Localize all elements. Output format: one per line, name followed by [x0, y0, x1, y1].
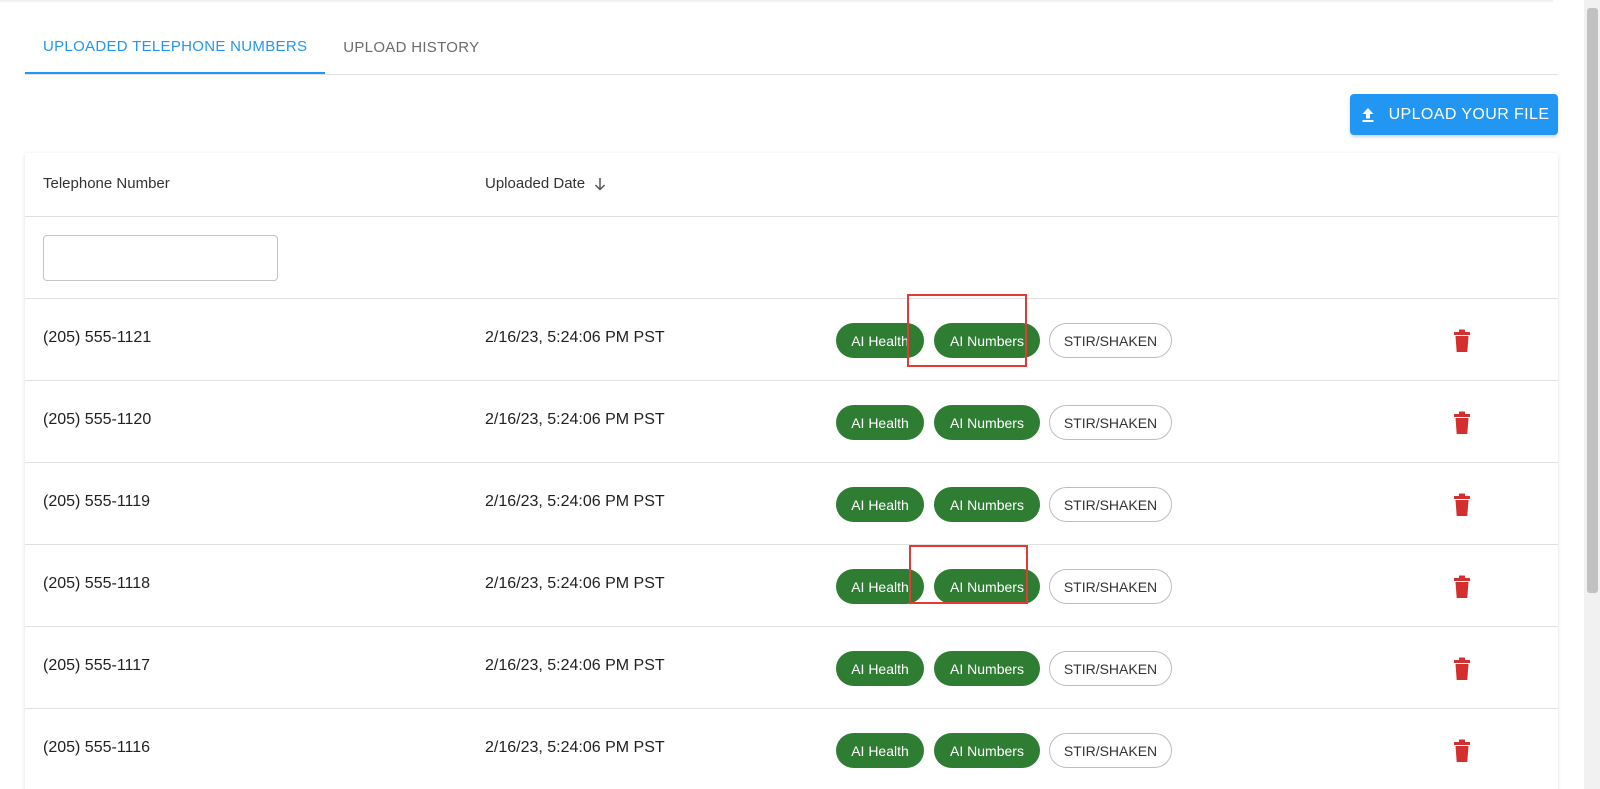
- column-header-uploaded-date-label: Uploaded Date: [485, 175, 586, 192]
- column-header-uploaded-date[interactable]: Uploaded Date: [485, 175, 607, 192]
- upload-button-label: UPLOAD YOUR FILE: [1388, 105, 1550, 123]
- ai-health-chip[interactable]: AI Health: [836, 651, 924, 686]
- table-body: (205) 555-1121 2/16/23, 5:24:06 PM PST AI …: [25, 299, 1558, 789]
- stir-shaken-chip[interactable]: STIR/SHAKEN: [1049, 733, 1172, 768]
- ai-numbers-chip[interactable]: AI Numbers: [934, 323, 1040, 358]
- tab-upload-history[interactable]: UPLOAD HISTORY: [325, 20, 497, 74]
- ai-health-chip[interactable]: AI Health: [836, 323, 924, 358]
- tab-uploaded-telephone-numbers[interactable]: UPLOADED TELEPHONE NUMBERS: [25, 20, 326, 74]
- table-row: (205) 555-1119 2/16/23, 5:24:06 PM PST AI …: [25, 463, 1558, 545]
- delete-icon[interactable]: [1452, 493, 1472, 517]
- ai-health-chip[interactable]: AI Health: [836, 569, 924, 604]
- telephone-number: (205) 555-1116: [43, 739, 151, 756]
- scrollbar-thumb[interactable]: [1587, 8, 1598, 593]
- telephone-number: (205) 555-1118: [43, 575, 151, 592]
- ai-numbers-chip[interactable]: AI Numbers: [934, 405, 1040, 440]
- ai-numbers-chip[interactable]: AI Numbers: [934, 487, 1040, 522]
- top-shadow: [0, 0, 1553, 3]
- stir-shaken-chip[interactable]: STIR/SHAKEN: [1049, 651, 1172, 686]
- table-row: (205) 555-1117 2/16/23, 5:24:06 PM PST AI …: [25, 627, 1558, 709]
- table-row: (205) 555-1120 2/16/23, 5:24:06 PM PST AI …: [25, 381, 1558, 463]
- telephone-filter-input[interactable]: [43, 235, 278, 281]
- ai-health-chip[interactable]: AI Health: [836, 487, 924, 522]
- ai-numbers-chip[interactable]: AI Numbers: [934, 733, 1040, 768]
- page: UPLOADED TELEPHONE NUMBERS UPLOAD HISTOR…: [0, 0, 1600, 789]
- uploaded-date: 2/16/23, 5:24:06 PM PST: [485, 657, 665, 674]
- delete-icon[interactable]: [1452, 411, 1472, 435]
- arrow-down-icon[interactable]: [593, 177, 607, 191]
- telephone-number: (205) 555-1117: [43, 657, 151, 674]
- uploaded-date: 2/16/23, 5:24:06 PM PST: [485, 493, 665, 510]
- upload-your-file-button[interactable]: UPLOAD YOUR FILE: [1350, 94, 1558, 135]
- stir-shaken-chip[interactable]: STIR/SHAKEN: [1049, 569, 1172, 604]
- table-header: Telephone Number Uploaded Date: [25, 153, 1558, 217]
- scrollbar[interactable]: [1584, 0, 1600, 789]
- ai-numbers-chip[interactable]: AI Numbers: [934, 569, 1040, 604]
- uploaded-date: 2/16/23, 5:24:06 PM PST: [485, 739, 665, 756]
- delete-icon[interactable]: [1452, 657, 1472, 681]
- stir-shaken-chip[interactable]: STIR/SHAKEN: [1049, 323, 1172, 358]
- numbers-table: Telephone Number Uploaded Date (205) 555…: [25, 153, 1558, 789]
- delete-icon[interactable]: [1452, 739, 1472, 763]
- ai-health-chip[interactable]: AI Health: [836, 733, 924, 768]
- filter-row: [25, 217, 1558, 299]
- telephone-number: (205) 555-1121: [43, 329, 152, 346]
- delete-icon[interactable]: [1452, 329, 1472, 353]
- table-row: (205) 555-1121 2/16/23, 5:24:06 PM PST AI …: [25, 299, 1558, 381]
- telephone-number: (205) 555-1120: [43, 411, 152, 428]
- tab-bar: UPLOADED TELEPHONE NUMBERS UPLOAD HISTOR…: [25, 20, 1558, 75]
- uploaded-date: 2/16/23, 5:24:06 PM PST: [485, 575, 665, 592]
- upload-icon: [1359, 106, 1377, 124]
- ai-numbers-chip[interactable]: AI Numbers: [934, 651, 1040, 686]
- uploaded-date: 2/16/23, 5:24:06 PM PST: [485, 329, 665, 346]
- stir-shaken-chip[interactable]: STIR/SHAKEN: [1049, 405, 1172, 440]
- delete-icon[interactable]: [1452, 575, 1472, 599]
- column-header-telephone[interactable]: Telephone Number: [43, 175, 170, 192]
- telephone-number: (205) 555-1119: [43, 493, 151, 510]
- uploaded-date: 2/16/23, 5:24:06 PM PST: [485, 411, 665, 428]
- ai-health-chip[interactable]: AI Health: [836, 405, 924, 440]
- table-row: (205) 555-1116 2/16/23, 5:24:06 PM PST AI …: [25, 709, 1558, 789]
- stir-shaken-chip[interactable]: STIR/SHAKEN: [1049, 487, 1172, 522]
- table-row: (205) 555-1118 2/16/23, 5:24:06 PM PST AI …: [25, 545, 1558, 627]
